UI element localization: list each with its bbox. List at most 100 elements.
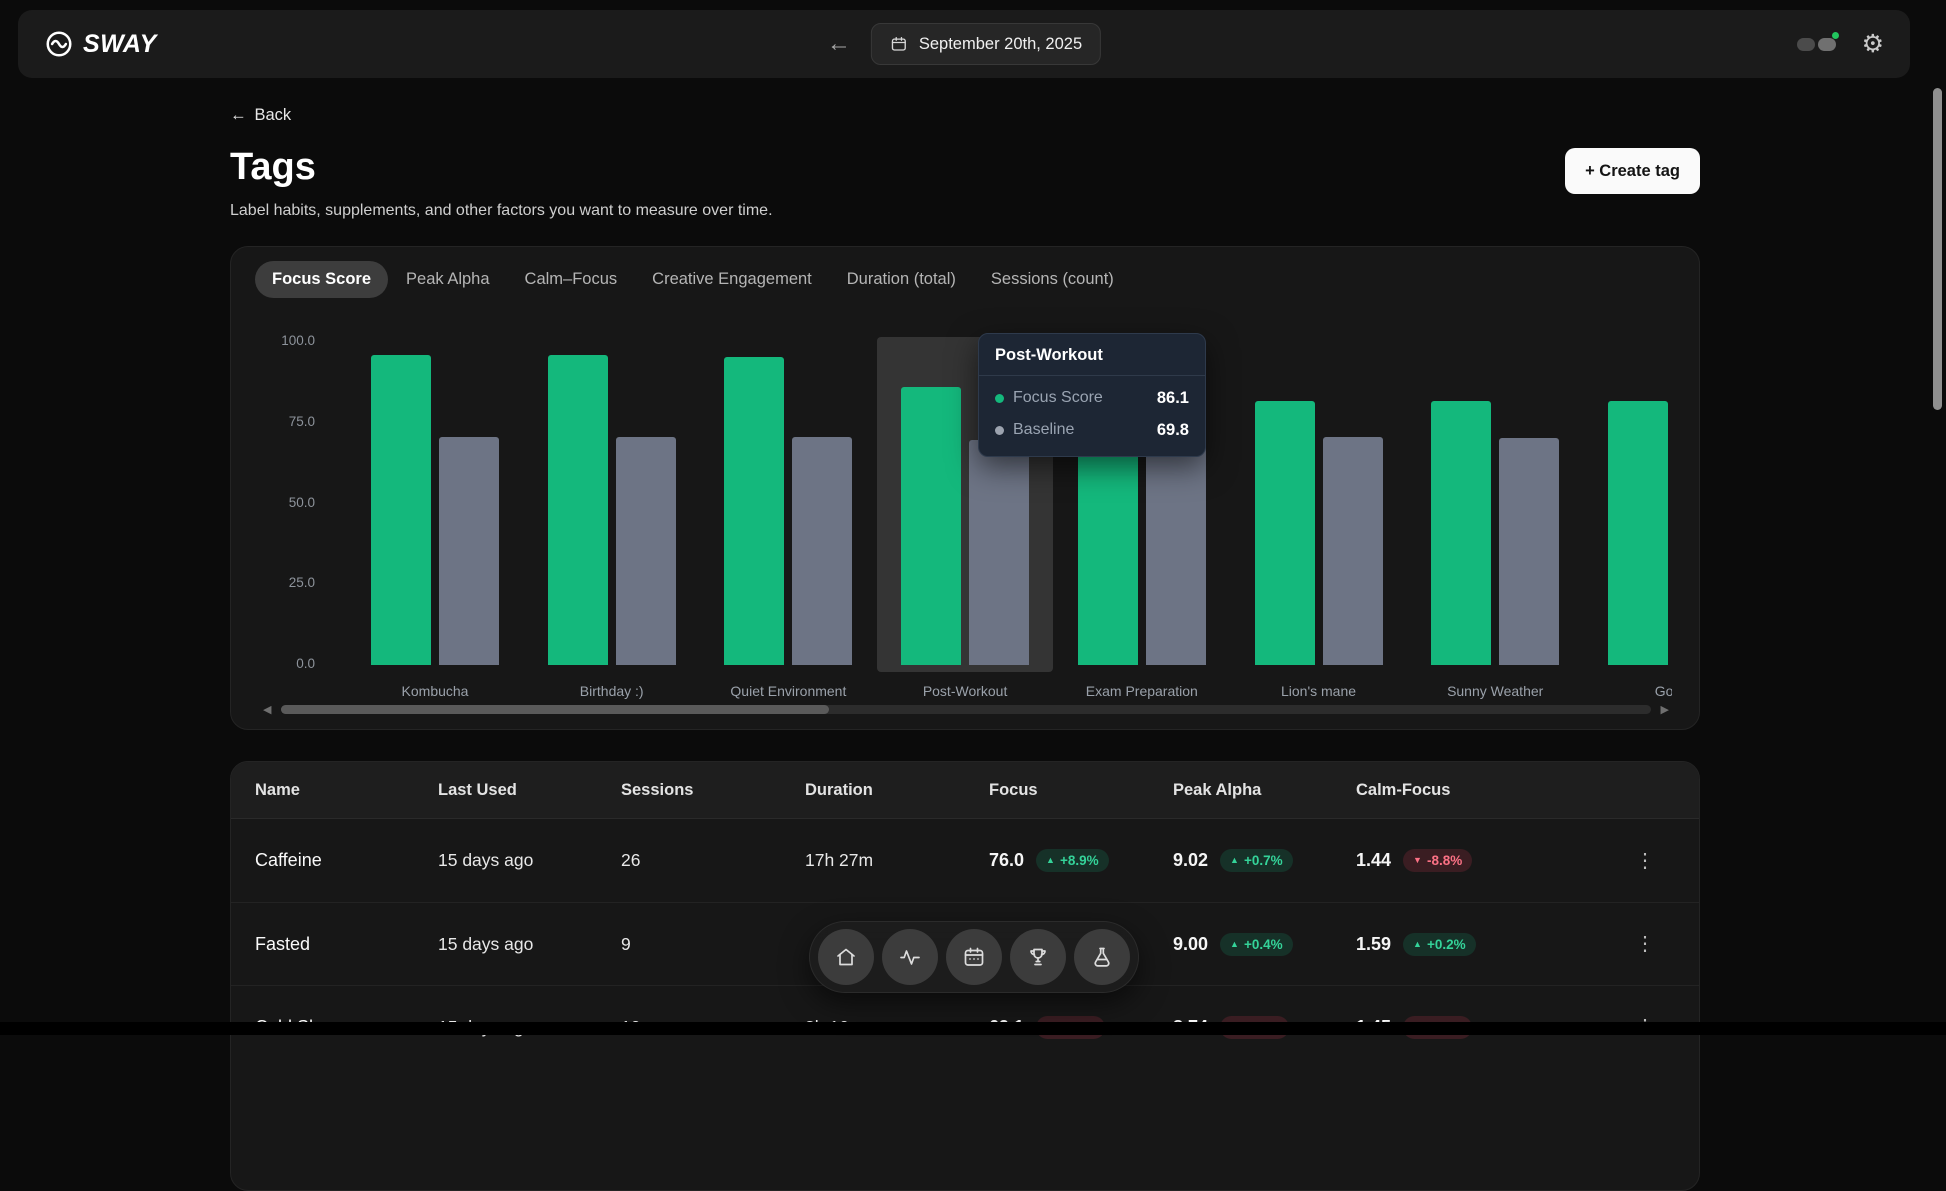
sessions-count: 26 [621,850,805,871]
dock-flask-button[interactable] [1074,929,1130,985]
focus-value: 76.0 [989,850,1024,871]
chart-scroll-track[interactable] [281,705,1650,714]
tooltip-row: Focus Score 86.1 [995,386,1189,410]
calendar-icon [890,35,908,53]
sessions-count: 9 [621,934,805,955]
chart-tab-duration-total[interactable]: Duration (total) [830,261,973,298]
x-axis-label-quiet-environment: Quiet Environment [700,683,876,699]
change-percent: +0.2% [1427,937,1466,952]
bar-group-lion-s-mane[interactable] [1255,334,1383,665]
change-badge: ▼-8.8% [1403,849,1472,872]
y-axis: 100.075.050.025.00.0 [245,342,315,665]
brand[interactable]: SWAY [44,29,157,59]
baseline-bar[interactable] [792,437,852,665]
last-used: 15 days ago [438,850,621,871]
up-arrow-icon: ▲ [1230,940,1239,949]
y-tick-label: 100.0 [245,333,315,348]
tooltip-series-value: 86.1 [1157,389,1189,408]
up-arrow-icon: ▲ [1413,940,1422,949]
peak-alpha-cell: 9.02 ▲+0.7% [1173,849,1356,872]
column-header-sessions[interactable]: Sessions [621,781,805,800]
table-row-caffeine[interactable]: Caffeine15 days ago2617h 27m76.0▲+8.9%9.… [231,819,1699,902]
calendar-icon [962,945,986,969]
flask-icon [1090,945,1114,969]
dock-calendar-button[interactable] [946,929,1002,985]
baseline-bar[interactable] [616,437,676,665]
create-tag-button[interactable]: + Create tag [1565,148,1700,194]
focus-score-bar[interactable] [901,387,961,665]
baseline-bar[interactable] [1323,437,1383,665]
focus-score-bar[interactable] [724,357,784,665]
change-badge: ▲ +0.2% [1403,933,1476,956]
back-link[interactable]: ← Back [230,106,291,125]
tag-name: Fasted [255,934,438,955]
last-used: 15 days ago [438,934,621,955]
baseline-bar[interactable] [439,437,499,665]
brand-name: SWAY [83,30,157,59]
bar-group-good[interactable] [1608,334,1672,665]
tooltip-series-label: Focus Score [1013,389,1103,407]
scroll-left-arrow-icon[interactable]: ◀ [263,703,271,716]
focus-score-bar[interactable] [1431,401,1491,665]
column-header-name[interactable]: Name [255,781,438,800]
baseline-bar[interactable] [969,440,1029,665]
change-percent: +0.7% [1244,853,1283,868]
tooltip-series-label: Baseline [1013,421,1074,439]
column-header-focus[interactable]: Focus [989,781,1173,800]
page-subtitle: Label habits, supplements, and other fac… [230,202,773,220]
column-header-calm-focus[interactable]: Calm-Focus [1356,781,1608,800]
x-axis-label-post-workout: Post-Workout [877,683,1053,699]
down-arrow-icon: ▼ [1413,856,1422,865]
change-badge: ▲+0.7% [1220,849,1293,872]
focus-cell: 76.0▲+8.9% [989,849,1173,872]
tooltip-rows: Focus Score 86.1 Baseline 69.8 [979,376,1205,456]
date-picker-button[interactable]: September 20th, 2025 [871,23,1101,65]
peak-alpha-value: 9.00 [1173,934,1208,955]
chart-tab-sessions-count[interactable]: Sessions (count) [974,261,1131,298]
chart-scroll-thumb[interactable] [281,705,829,714]
x-axis-label-kombucha: Kombucha [347,683,523,699]
tooltip-series-value: 69.8 [1157,421,1189,440]
focus-score-bar[interactable] [371,355,431,665]
dock-trophy-button[interactable] [1010,929,1066,985]
sway-logo-icon [44,29,74,59]
baseline-bar[interactable] [1499,438,1559,665]
peak-alpha-value: 9.02 [1173,850,1208,871]
x-axis-label-good: Good [1584,683,1672,699]
baseline-bar[interactable] [1146,435,1206,665]
column-header-peak-alpha[interactable]: Peak Alpha [1173,781,1356,800]
chart-tab-calm-focus[interactable]: Calm–Focus [508,261,635,298]
header-back-button[interactable]: ← [827,32,851,56]
chart-tab-peak-alpha[interactable]: Peak Alpha [389,261,506,298]
y-tick-label: 25.0 [245,575,315,590]
bar-group-kombucha[interactable] [371,334,499,665]
scroll-right-arrow-icon[interactable]: ▶ [1661,703,1669,716]
focus-score-bar[interactable] [1608,401,1668,665]
x-axis-label-lion-s-mane: Lion's mane [1231,683,1407,699]
x-axis-label-exam-preparation: Exam Preparation [1054,683,1230,699]
bar-group-sunny-weather[interactable] [1431,334,1559,665]
focus-score-bar[interactable] [548,355,608,665]
selected-date: September 20th, 2025 [919,35,1082,54]
focus-score-bar[interactable] [1255,401,1315,665]
bar-group-quiet-environment[interactable] [724,334,852,665]
status-indicator[interactable] [1797,38,1836,51]
focus-score-bar[interactable] [1078,449,1138,665]
tooltip-title: Post-Workout [979,334,1205,376]
row-menu-button[interactable]: ⋮ [1627,847,1663,875]
column-header-last-used[interactable]: Last Used [438,781,621,800]
column-header-duration[interactable]: Duration [805,781,989,800]
bar-group-birthday[interactable] [548,334,676,665]
chart-card: Focus ScorePeak AlphaCalm–FocusCreative … [230,246,1700,730]
chart-tab-creative-engagement[interactable]: Creative Engagement [635,261,829,298]
dock-home-button[interactable] [818,929,874,985]
settings-gear-button[interactable]: ⚙ [1862,32,1884,57]
chart-tab-focus-score[interactable]: Focus Score [255,261,388,298]
calm-focus-cell: 1.44 ▼-8.8% [1356,849,1608,872]
row-menu-button[interactable]: ⋮ [1627,930,1663,958]
calm-focus-value: 1.44 [1356,850,1391,871]
dock-activity-button[interactable] [882,929,938,985]
tooltip-row: Baseline 69.8 [995,418,1189,442]
bottom-edge [0,1022,1946,1035]
page-scrollbar-thumb[interactable] [1933,88,1942,410]
